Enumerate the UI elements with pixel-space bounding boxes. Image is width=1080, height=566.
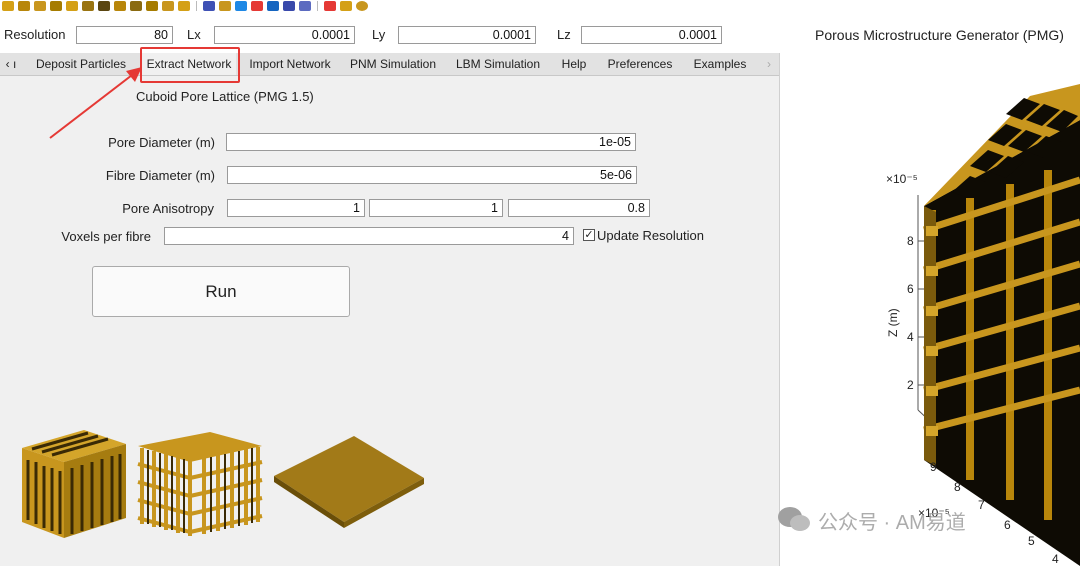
highlight-box [140,47,240,83]
wechat-icon [778,507,810,531]
grid-icon[interactable] [162,1,174,11]
resolution-label: Resolution [4,27,66,42]
pore-anisotropy-x-input[interactable]: 1 [227,199,365,217]
annotation-arrow [49,67,142,139]
update-resolution-checkbox[interactable]: ✓ [583,229,595,241]
network-icon[interactable] [203,1,215,11]
tab-examples[interactable]: Examples [686,53,754,75]
tab-import-network[interactable]: Import Network [244,53,336,75]
quote-icon[interactable] [340,1,352,11]
pore-diameter-label: Pore Diameter (m) [108,135,215,150]
gear-icon[interactable] [356,1,368,11]
pore-anisotropy-z-input[interactable]: 0.8 [508,199,650,217]
velocity-icon[interactable] [283,1,295,11]
ly-label: Ly [372,27,386,42]
flow-icon[interactable] [251,1,263,11]
sheet-icon[interactable] [146,1,158,11]
example-lattice-thumbnail[interactable] [18,410,130,542]
example-sheet-thumbnail[interactable] [270,432,428,530]
x-tick-4: 4 [1052,552,1059,566]
fibre-diameter-label: Fibre Diameter (m) [105,168,215,183]
cube-icon[interactable] [34,1,46,11]
toolbar-separator [196,1,197,11]
layer-icon[interactable] [178,1,190,11]
z-axis-label: Z (m) [886,308,900,337]
z-tick-8: 8 [907,234,914,248]
resolution-input[interactable]: 80 [76,26,173,44]
voxels-per-fibre-input[interactable]: 4 [164,227,574,245]
tab-lbm-simulation[interactable]: LBM Simulation [450,53,546,75]
particles-icon[interactable] [66,1,78,11]
surface-icon[interactable] [219,1,231,11]
z-tick-4: 4 [907,330,914,344]
help-icon[interactable] [324,1,336,11]
lx-input[interactable]: 0.0001 [214,26,355,44]
lx-label: Lx [187,27,201,42]
pore-anisotropy-y-input[interactable]: 1 [369,199,503,217]
panel-heading: Cuboid Pore Lattice (PMG 1.5) [136,89,314,104]
rods-icon[interactable] [114,1,126,11]
x-tick-6: 6 [1004,518,1011,532]
fibre-diameter-input[interactable]: 5e-06 [227,166,637,184]
tab-scroll-right[interactable]: › [760,53,778,75]
update-resolution-label: Update Resolution [597,228,704,243]
block-icon[interactable] [98,1,110,11]
toolbar-separator [317,1,318,11]
x-tick-7: 7 [978,498,985,512]
plot-title: Porous Microstructure Generator (PMG) [815,27,1064,43]
x-tick-9: 9 [930,460,937,474]
x-tick-8: 8 [954,480,961,494]
stack-icon[interactable] [130,1,142,11]
graph-icon[interactable] [235,1,247,11]
z-tick-6: 6 [907,282,914,296]
lz-input[interactable]: 0.0001 [581,26,722,44]
run-button[interactable]: Run [92,266,350,317]
export-icon[interactable] [299,1,311,11]
voxels-per-fibre-label: Voxels per fibre [61,229,151,244]
lattice-icon[interactable] [18,1,30,11]
home-icon[interactable] [2,1,14,11]
z-tick-2: 2 [907,378,914,392]
fibres-icon[interactable] [50,1,62,11]
pore-diameter-input[interactable]: 1e-05 [226,133,636,151]
drop-icon[interactable] [267,1,279,11]
x-tick-5: 5 [1028,534,1035,548]
ly-input[interactable]: 0.0001 [398,26,536,44]
tab-preferences[interactable]: Preferences [602,53,678,75]
lattice-3d-plot[interactable] [820,80,1080,566]
watermark-text: 公众号 · AM易道 [818,512,966,534]
example-grid-thumbnail[interactable] [134,428,266,542]
lz-label: Lz [557,27,571,42]
pore-anisotropy-label: Pore Anisotropy [122,201,214,216]
tab-help[interactable]: Help [554,53,594,75]
z-axis-scale: ×10⁻⁵ [886,172,918,186]
toolbar [0,0,522,12]
tab-scroll-left[interactable]: ‹ ı [0,53,22,75]
tab-pnm-simulation[interactable]: PNM Simulation [344,53,442,75]
weave-icon[interactable] [82,1,94,11]
